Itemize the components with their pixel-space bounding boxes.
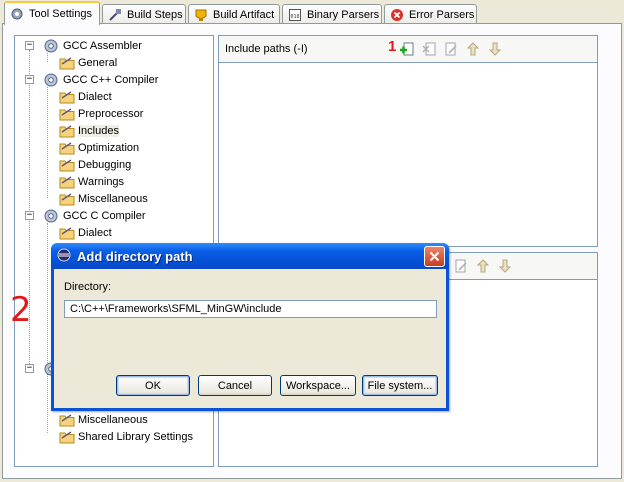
tree-item-includes[interactable]: Includes bbox=[59, 122, 119, 139]
tree-item-label: Preprocessor bbox=[78, 107, 144, 120]
tree-item-shared-library-settings[interactable]: Shared Library Settings bbox=[59, 428, 193, 445]
tree-item-label: Shared Library Settings bbox=[78, 430, 193, 443]
tree-item-gcc-assembler[interactable]: − GCC Assembler bbox=[25, 37, 142, 54]
option-folder-icon bbox=[59, 175, 75, 188]
tree-connector bbox=[47, 53, 48, 62]
gear-tool-icon bbox=[9, 6, 25, 22]
move-down-icon[interactable] bbox=[487, 41, 503, 57]
option-folder-icon bbox=[59, 124, 75, 137]
move-down-icon[interactable] bbox=[497, 258, 513, 274]
tree-item-optimization[interactable]: Optimization bbox=[59, 139, 139, 156]
directory-label: Directory: bbox=[64, 281, 112, 293]
binary-parsers-icon: 010 bbox=[287, 7, 303, 23]
tree-item-miscellaneous[interactable]: Miscellaneous bbox=[59, 190, 148, 207]
tree-item-debugging[interactable]: Debugging bbox=[59, 156, 131, 173]
include-paths-title: Include paths (-I) bbox=[225, 43, 308, 55]
tree-item-general[interactable]: General bbox=[59, 54, 117, 71]
option-folder-icon bbox=[59, 90, 75, 103]
dialog-titlebar[interactable]: Add directory path bbox=[51, 243, 449, 269]
collapse-icon[interactable]: − bbox=[25, 75, 34, 84]
tree-item-dialect[interactable]: Dialect bbox=[59, 88, 112, 105]
edit-file-icon[interactable] bbox=[453, 258, 469, 274]
tree-item-label: Includes bbox=[78, 124, 119, 137]
option-folder-icon bbox=[59, 430, 75, 443]
tree-connector bbox=[47, 87, 48, 198]
annotation-one: 1 bbox=[388, 38, 397, 55]
close-button[interactable] bbox=[424, 246, 445, 267]
tree-item-label: GCC Assembler bbox=[63, 39, 142, 52]
tree-item-preprocessor[interactable]: Preprocessor bbox=[59, 105, 143, 122]
directory-field[interactable]: C:\C++\Frameworks\SFML_MinGW\include bbox=[64, 300, 437, 318]
annotation-two: 2 bbox=[10, 290, 32, 330]
include-paths-panel: Include paths (-I) bbox=[218, 35, 598, 247]
error-parsers-icon bbox=[389, 7, 405, 23]
option-folder-icon bbox=[59, 413, 75, 426]
tab-label: Build Artifact bbox=[213, 8, 275, 21]
delete-path-icon[interactable] bbox=[421, 41, 437, 57]
move-up-icon[interactable] bbox=[465, 41, 481, 57]
tab-build-steps[interactable]: Build Steps bbox=[102, 4, 186, 24]
tree-item-label: Debugging bbox=[78, 158, 132, 171]
tab-label: Build Steps bbox=[127, 8, 183, 21]
edit-path-icon[interactable] bbox=[443, 41, 459, 57]
tab-build-artifact[interactable]: Build Artifact bbox=[188, 4, 280, 24]
tree-item-label: Dialect bbox=[78, 226, 112, 239]
tree-connector bbox=[47, 223, 48, 433]
tree-item-dialect[interactable]: Dialect bbox=[59, 224, 112, 241]
add-directory-dialog: Add directory path Directory: C:\C++\Fra… bbox=[51, 243, 449, 411]
tree-item-label: Miscellaneous bbox=[78, 413, 148, 426]
tool-gear-icon bbox=[44, 73, 58, 86]
option-folder-icon bbox=[59, 192, 75, 205]
svg-text:010: 010 bbox=[291, 14, 300, 20]
tab-bar: Tool Settings Build Steps Build Artifact… bbox=[0, 0, 624, 25]
tree-item-label: Dialect bbox=[78, 90, 112, 103]
tool-gear-icon bbox=[44, 209, 58, 222]
tab-label: Error Parsers bbox=[409, 8, 475, 21]
dialog-title: Add directory path bbox=[77, 248, 193, 264]
cancel-button[interactable]: Cancel bbox=[198, 375, 272, 396]
close-icon bbox=[429, 251, 440, 262]
tree-item-label: Optimization bbox=[78, 141, 140, 154]
include-paths-header: Include paths (-I) bbox=[219, 36, 597, 63]
tool-gear-icon bbox=[44, 39, 58, 52]
tree-item-label: GCC C Compiler bbox=[63, 209, 146, 222]
option-folder-icon bbox=[59, 107, 75, 120]
add-path-icon[interactable] bbox=[399, 41, 415, 57]
build-steps-icon bbox=[107, 7, 123, 23]
option-folder-icon bbox=[59, 56, 75, 69]
tab-label: Tool Settings bbox=[29, 8, 92, 20]
tree-item-label: General bbox=[78, 56, 118, 69]
collapse-icon[interactable]: − bbox=[25, 41, 34, 50]
include-files-toolbar bbox=[453, 258, 513, 274]
tree-item-label: Warnings bbox=[78, 175, 125, 188]
include-paths-toolbar bbox=[399, 41, 503, 57]
tab-label: Binary Parsers bbox=[307, 8, 380, 21]
tree-item-label: GCC C++ Compiler bbox=[63, 73, 159, 86]
eclipse-icon bbox=[57, 248, 71, 265]
tab-binary-parsers[interactable]: 010 Binary Parsers bbox=[282, 4, 382, 24]
workspace-button[interactable]: Workspace... bbox=[280, 375, 356, 396]
tab-error-parsers[interactable]: Error Parsers bbox=[384, 4, 477, 24]
option-folder-icon bbox=[59, 226, 75, 239]
ok-button[interactable]: OK bbox=[116, 375, 190, 396]
tree-item-miscellaneous[interactable]: Miscellaneous bbox=[59, 411, 148, 428]
dialog-body: Directory: C:\C++\Frameworks\SFML_MinGW\… bbox=[54, 269, 446, 408]
collapse-icon[interactable]: − bbox=[25, 211, 34, 220]
tree-item-gcc-c-compiler[interactable]: − GCC C Compiler bbox=[25, 207, 146, 224]
tree-item-warnings[interactable]: Warnings bbox=[59, 173, 124, 190]
tree-item-gcc-cpp-compiler[interactable]: − GCC C++ Compiler bbox=[25, 71, 158, 88]
file-system-button[interactable]: File system... bbox=[362, 375, 438, 396]
option-folder-icon bbox=[59, 158, 75, 171]
build-artifact-icon bbox=[193, 7, 209, 23]
tree-item-label: Miscellaneous bbox=[78, 192, 148, 205]
tab-tool-settings[interactable]: Tool Settings bbox=[4, 1, 100, 25]
option-folder-icon bbox=[59, 141, 75, 154]
move-up-icon[interactable] bbox=[475, 258, 491, 274]
collapse-icon[interactable]: − bbox=[25, 364, 34, 373]
